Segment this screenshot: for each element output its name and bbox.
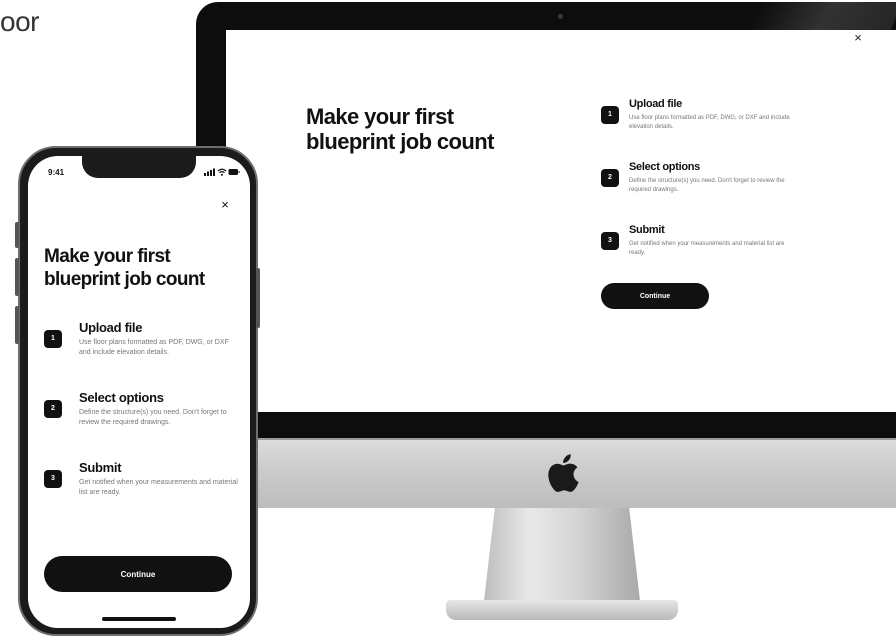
mobile-page-title: Make your first blueprint job count <box>44 246 205 290</box>
desktop-page-title: Make your first blueprint job count <box>306 104 494 154</box>
mobile-step-number-badge: 2 <box>44 400 62 418</box>
phone-volume-up-button <box>15 222 19 248</box>
mobile-screen: 9:41 × Make your first blueprint job cou… <box>28 156 250 628</box>
mobile-step-description: Use floor plans formatted as PDF, DWG, o… <box>79 339 229 356</box>
phone-notch <box>82 156 196 178</box>
mobile-step-title: Upload file <box>79 320 143 335</box>
home-indicator <box>102 617 176 621</box>
status-bar-time: 9:41 <box>48 168 65 177</box>
desktop-step-title: Submit <box>629 224 665 236</box>
mobile-close-icon[interactable]: × <box>218 197 232 212</box>
battery-icon <box>228 169 240 175</box>
phone-volume-down-button <box>15 258 19 296</box>
status-bar-icons <box>204 168 240 176</box>
desktop-step-description: Define the structure(s) you need. Don't … <box>629 178 785 193</box>
desktop-step-number-badge: 3 <box>601 232 619 250</box>
signal-icon <box>204 168 215 176</box>
wifi-icon <box>217 168 227 176</box>
desktop-step-title: Select options <box>629 161 700 173</box>
cutoff-heading-text: oor <box>0 6 39 37</box>
desktop-step-description: Get notified when your measurements and … <box>629 241 785 256</box>
imac-camera <box>558 14 563 19</box>
imac-screen-glare <box>749 2 896 32</box>
desktop-continue-button[interactable]: Continue <box>601 283 709 309</box>
desktop-close-icon[interactable]: × <box>850 30 866 46</box>
mobile-step-title: Submit <box>79 460 122 475</box>
desktop-screen: × Make your first blueprint job count 1 … <box>226 30 896 412</box>
mobile-step-description: Get notified when your measurements and … <box>79 479 238 496</box>
mobile-step-description: Define the structure(s) you need. Don't … <box>79 409 227 426</box>
desktop-step-title: Upload file <box>629 98 682 110</box>
desktop-step-description: Use floor plans formatted as PDF, DWG, o… <box>629 115 790 130</box>
mobile-continue-button[interactable]: Continue <box>44 556 232 592</box>
phone-side-button <box>15 306 19 344</box>
imac-stand-base <box>446 600 678 620</box>
desktop-step-number-badge: 2 <box>601 169 619 187</box>
mobile-step-title: Select options <box>79 390 164 405</box>
mobile-step-number-badge: 3 <box>44 470 62 488</box>
apple-logo-icon <box>548 454 579 492</box>
phone-power-button <box>256 268 260 328</box>
mobile-step-number-badge: 1 <box>44 330 62 348</box>
desktop-step-number-badge: 1 <box>601 106 619 124</box>
